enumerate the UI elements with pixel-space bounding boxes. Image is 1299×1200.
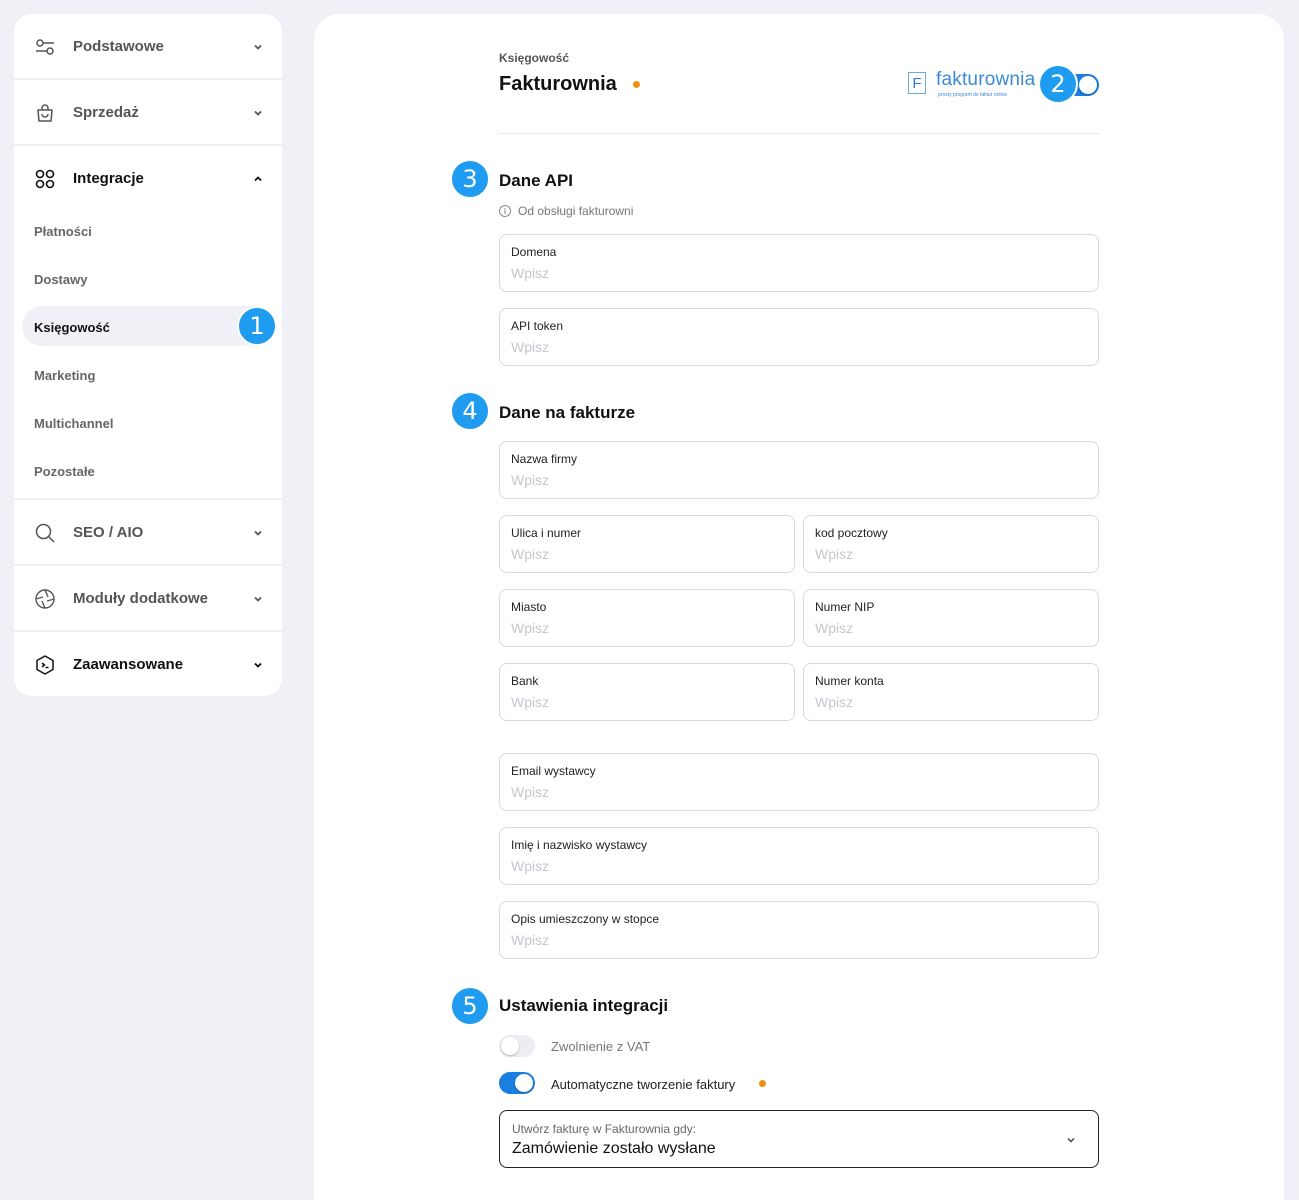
field-label: kod pocztowy bbox=[815, 526, 888, 540]
sidebar-item-multichannel[interactable]: Multichannel bbox=[34, 416, 113, 431]
api-token-field: API token bbox=[499, 308, 1099, 366]
header-divider bbox=[499, 133, 1099, 134]
section-title-api: Dane API bbox=[499, 171, 574, 190]
nav-group-label: Integracje bbox=[73, 170, 144, 187]
status-dot bbox=[633, 81, 640, 88]
field-label: Miasto bbox=[511, 600, 547, 614]
sidebar: Podstawowe Sprzedaż Integracje Płatności… bbox=[14, 14, 282, 696]
bank-input[interactable] bbox=[511, 694, 783, 710]
chevron-down-icon bbox=[254, 662, 262, 668]
chevron-up-icon bbox=[254, 175, 262, 181]
sidebar-item-platnosci[interactable]: Płatności bbox=[34, 224, 92, 239]
email-input[interactable] bbox=[511, 784, 1087, 800]
invoice-trigger-select[interactable]: Utwórz fakturę w Fakturownia gdy: Zamówi… bbox=[499, 1110, 1099, 1168]
step-badge-5: 5 bbox=[450, 986, 490, 1026]
nav-group-integracje[interactable]: Integracje bbox=[14, 146, 282, 211]
auto-invoice-label: Automatyczne tworzenie faktury bbox=[551, 1077, 736, 1092]
logo-letter: F bbox=[908, 72, 926, 94]
bank-field: Bank bbox=[499, 663, 795, 721]
nav-group-label: Podstawowe bbox=[73, 38, 164, 55]
sidebar-item-pozostale[interactable]: Pozostałe bbox=[34, 464, 95, 479]
hint-text: Od obsługi fakturowni bbox=[518, 204, 634, 218]
select-label: Utwórz fakturę w Fakturownia gdy: bbox=[512, 1122, 697, 1136]
apps-grid-icon bbox=[35, 169, 55, 188]
sidebar-item-marketing[interactable]: Marketing bbox=[34, 368, 95, 383]
nav-group-seo[interactable]: SEO / AIO bbox=[14, 500, 282, 565]
field-label: Bank bbox=[511, 674, 539, 688]
step-badge-1: 1 bbox=[237, 306, 277, 346]
chevron-down-icon bbox=[254, 44, 262, 50]
field-label: Email wystawcy bbox=[511, 764, 596, 778]
section-title-invoice: Dane na fakturze bbox=[499, 403, 636, 422]
page-title: Fakturownia bbox=[499, 73, 617, 95]
nazwa-firmy-field: Nazwa firmy bbox=[499, 441, 1099, 499]
field-label: Opis umieszczony w stopce bbox=[511, 912, 660, 926]
step-badge-3: 3 bbox=[450, 159, 490, 199]
terminal-icon bbox=[36, 654, 54, 675]
search-icon bbox=[35, 523, 55, 543]
section-title-settings: Ustawienia integracji bbox=[499, 996, 669, 1015]
domena-field: Domena bbox=[499, 234, 1099, 292]
field-label: Ulica i numer bbox=[511, 526, 582, 540]
field-label: Nazwa firmy bbox=[511, 452, 578, 466]
logo-tagline: prosty program do faktur online bbox=[938, 92, 1008, 98]
fakturownia-logo: F fakturownia prosty program do faktur o… bbox=[908, 69, 1038, 99]
step-badge-4: 4 bbox=[450, 391, 490, 431]
api-hint: i Od obsługi fakturowni bbox=[499, 204, 633, 218]
step-badge-2: 2 bbox=[1038, 64, 1078, 104]
kod-pocztowy-field: kod pocztowy bbox=[803, 515, 1099, 573]
nav-group-label: Moduły dodatkowe bbox=[73, 590, 208, 607]
chevron-down-icon bbox=[254, 596, 262, 602]
status-dot bbox=[759, 1080, 766, 1087]
email-field: Email wystawcy bbox=[499, 753, 1099, 811]
kod-pocztowy-input[interactable] bbox=[815, 546, 1087, 562]
domena-input[interactable] bbox=[511, 265, 1087, 281]
chevron-down-icon bbox=[254, 530, 262, 536]
opis-stopka-field: Opis umieszczony w stopce bbox=[499, 901, 1099, 959]
api-token-input[interactable] bbox=[511, 339, 1087, 355]
shopping-bag-icon bbox=[37, 103, 53, 122]
field-label: Numer konta bbox=[815, 674, 884, 688]
miasto-input[interactable] bbox=[511, 620, 783, 636]
chevron-down-icon bbox=[254, 110, 262, 116]
select-value: Zamówienie zostało wysłane bbox=[512, 1140, 716, 1157]
logo-text: fakturownia bbox=[936, 69, 1036, 90]
imie-nazwisko-input[interactable] bbox=[511, 858, 1087, 874]
miasto-field: Miasto bbox=[499, 589, 795, 647]
vat-exemption-toggle[interactable] bbox=[499, 1035, 535, 1057]
nav-group-label: Sprzedaż bbox=[73, 104, 139, 121]
ulica-field: Ulica i numer bbox=[499, 515, 795, 573]
auto-invoice-toggle[interactable] bbox=[499, 1072, 535, 1094]
aperture-icon bbox=[35, 588, 55, 609]
imie-nazwisko-field: Imię i nazwisko wystawcy bbox=[499, 827, 1099, 885]
nav-group-sprzedaz[interactable]: Sprzedaż bbox=[14, 80, 282, 145]
nav-group-label: SEO / AIO bbox=[73, 524, 144, 541]
opis-stopka-input[interactable] bbox=[511, 932, 1087, 948]
nav-group-podstawowe[interactable]: Podstawowe bbox=[14, 14, 282, 79]
field-label: Domena bbox=[511, 245, 557, 259]
breadcrumb: Księgowość bbox=[499, 51, 570, 65]
chevron-down-icon bbox=[1067, 1137, 1075, 1143]
sidebar-item-ksiegowosc[interactable]: Księgowość bbox=[34, 320, 110, 335]
numer-konta-field: Numer konta bbox=[803, 663, 1099, 721]
info-icon: i bbox=[499, 205, 511, 217]
field-label: Numer NIP bbox=[815, 600, 875, 614]
nip-field: Numer NIP bbox=[803, 589, 1099, 647]
nav-group-moduly[interactable]: Moduły dodatkowe bbox=[14, 566, 282, 631]
nip-input[interactable] bbox=[815, 620, 1087, 636]
ulica-input[interactable] bbox=[511, 546, 783, 562]
vat-exemption-label: Zwolnienie z VAT bbox=[551, 1039, 651, 1054]
nav-group-label: Zaawansowane bbox=[73, 656, 184, 673]
field-label: API token bbox=[511, 319, 564, 333]
field-label: Imię i nazwisko wystawcy bbox=[511, 838, 648, 852]
nazwa-firmy-input[interactable] bbox=[511, 472, 1087, 488]
sliders-icon bbox=[36, 38, 54, 55]
sidebar-item-dostawy[interactable]: Dostawy bbox=[34, 272, 87, 287]
nav-group-zaawansowane[interactable]: Zaawansowane bbox=[14, 632, 282, 696]
numer-konta-input[interactable] bbox=[815, 694, 1087, 710]
